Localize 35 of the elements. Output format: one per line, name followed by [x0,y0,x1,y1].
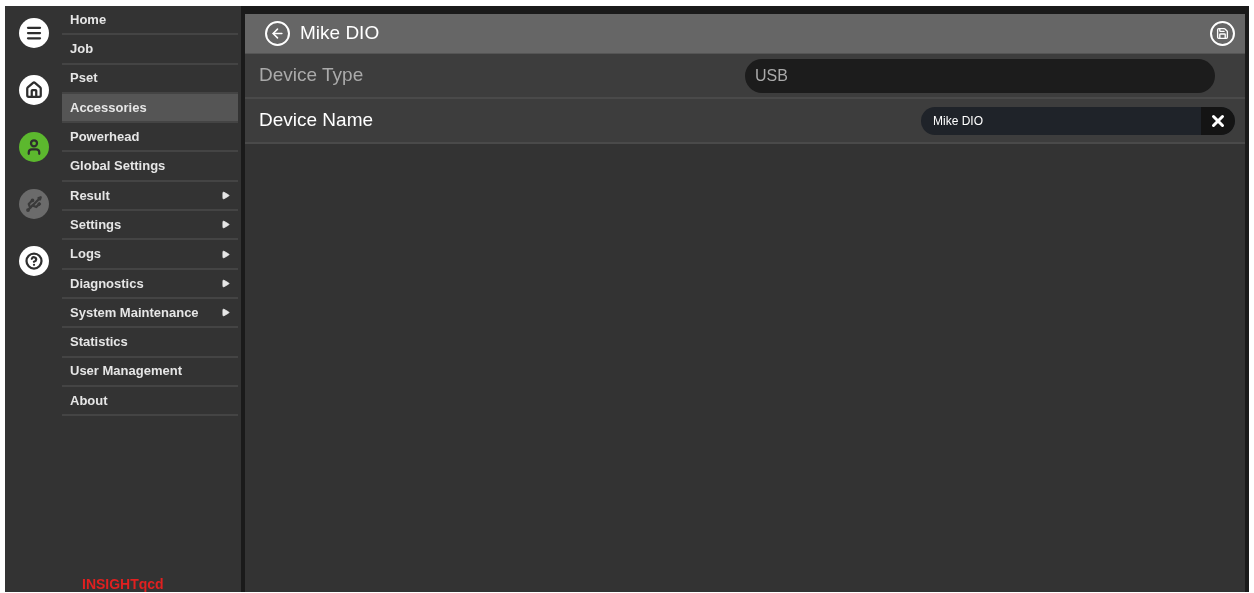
home-icon [24,81,43,99]
device-name-field[interactable]: Mike DIO [921,106,1235,135]
menu-button[interactable] [18,18,49,48]
menu-item[interactable]: Job [62,35,238,65]
help-button[interactable] [18,246,49,276]
menu-item[interactable]: User Management [62,357,238,387]
page-title: Mike DIO [300,21,380,46]
menu-item[interactable]: Logs [62,240,238,270]
menu-item[interactable]: Global Settings [62,152,238,182]
save-button[interactable] [1210,21,1235,46]
menu-item[interactable]: Settings [62,211,238,241]
logo: INSIGHTqcd [82,577,164,591]
submenu-arrow-icon [221,308,230,318]
menu-item[interactable]: About [62,386,238,417]
menu-item[interactable]: System Maintenance [62,298,238,329]
back-button[interactable] [265,21,290,46]
menu-item[interactable]: Home [62,6,238,36]
field-label: Device Name [259,108,374,133]
submenu-arrow-icon [221,220,230,230]
menu-item[interactable]: Statistics [62,328,238,358]
menu-item[interactable]: Powerhead [62,123,238,153]
clear-button[interactable] [1201,106,1235,135]
menu-item[interactable]: Diagnostics [62,269,238,299]
menu-item[interactable]: Accessories [62,93,238,124]
submenu-arrow-icon [221,190,230,200]
menu-icon [24,24,43,42]
help-icon [24,252,43,270]
usb-icon [24,195,43,213]
user-button[interactable] [18,132,49,162]
home-button[interactable] [18,75,49,105]
save-icon [1216,27,1229,40]
submenu-arrow-icon [221,278,230,288]
menu-item[interactable]: Result [62,181,238,212]
field-label: Device Type [259,63,364,88]
submenu-arrow-icon [221,249,230,259]
